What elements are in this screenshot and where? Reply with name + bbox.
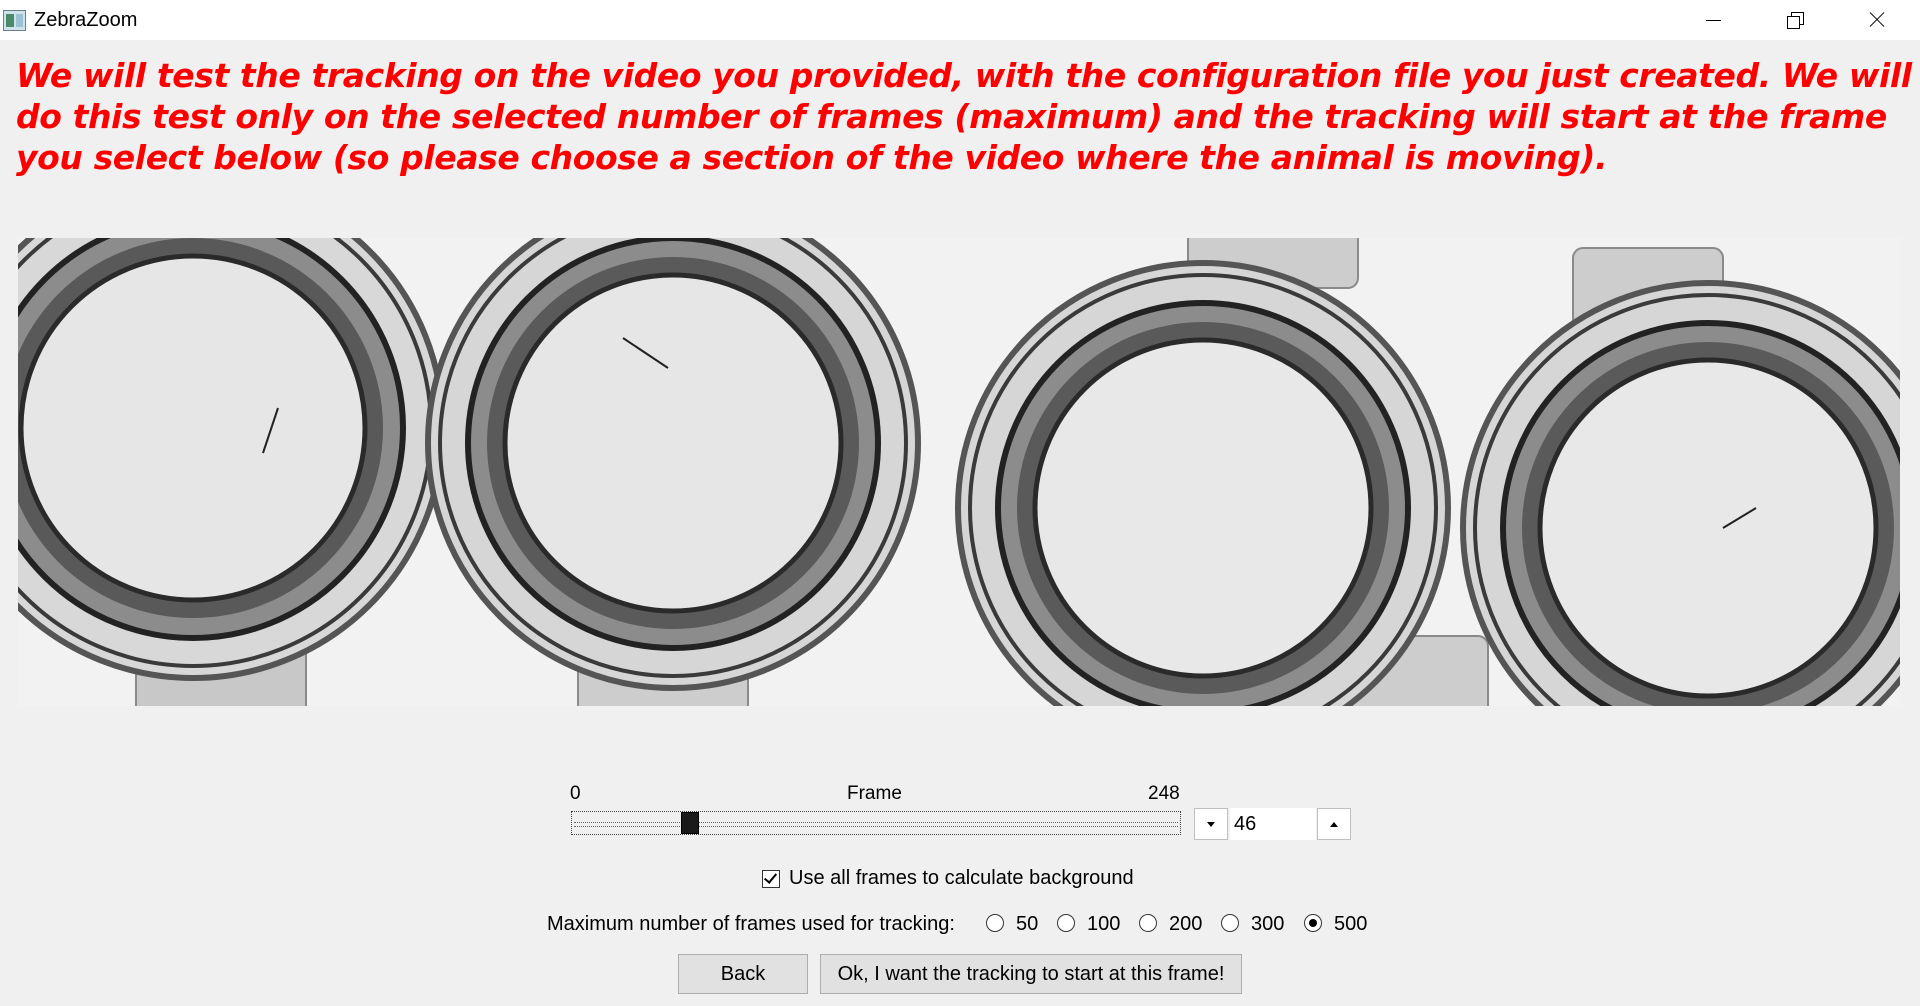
frame-slider-handle[interactable] — [681, 812, 699, 834]
frame-min-label: 0 — [570, 783, 581, 804]
video-frame-preview — [18, 238, 1900, 706]
close-icon — [1869, 12, 1885, 28]
radio-500-label: 500 — [1334, 913, 1368, 935]
restore-button[interactable] — [1754, 0, 1836, 40]
restore-icon — [1787, 12, 1804, 29]
arrow-up-icon — [1330, 821, 1338, 827]
minimize-button[interactable] — [1672, 0, 1754, 40]
radio-100-label: 100 — [1087, 913, 1121, 935]
start-tracking-button[interactable]: Ok, I want the tracking to start at this… — [820, 954, 1242, 994]
window-title: ZebraZoom — [34, 9, 138, 31]
frame-slider[interactable] — [571, 811, 1181, 835]
dish-2 — [425, 238, 921, 691]
frame-number-input[interactable] — [1230, 808, 1316, 840]
radio-200-label: 200 — [1169, 913, 1203, 935]
radio-500[interactable] — [1304, 914, 1322, 932]
title-bar: ZebraZoom — [0, 0, 1920, 40]
radio-50-label: 50 — [1016, 913, 1039, 935]
instruction-text: We will test the tracking on the video y… — [16, 56, 1912, 177]
radio-300[interactable] — [1221, 914, 1239, 932]
dish-3 — [955, 260, 1451, 706]
radio-200[interactable] — [1139, 914, 1157, 932]
max-frames-caption: Maximum number of frames used for tracki… — [547, 913, 955, 935]
radio-300-label: 300 — [1251, 913, 1285, 935]
minimize-icon — [1705, 19, 1721, 21]
back-button[interactable]: Back — [678, 954, 808, 994]
frame-slider-title: Frame — [847, 783, 902, 804]
arrow-down-icon — [1207, 821, 1215, 827]
video-frame-image — [18, 238, 1900, 706]
frame-spin-down-button[interactable] — [1194, 808, 1228, 840]
frame-max-label: 248 — [1148, 783, 1180, 804]
radio-100[interactable] — [1057, 914, 1075, 932]
close-button[interactable] — [1836, 0, 1918, 40]
app-icon — [3, 10, 26, 31]
use-all-frames-label: Use all frames to calculate background — [789, 867, 1134, 889]
frame-spin-up-button[interactable] — [1317, 808, 1351, 840]
use-all-frames-checkbox[interactable] — [762, 870, 780, 888]
frame-slider-groove — [574, 822, 1178, 827]
radio-50[interactable] — [986, 914, 1004, 932]
